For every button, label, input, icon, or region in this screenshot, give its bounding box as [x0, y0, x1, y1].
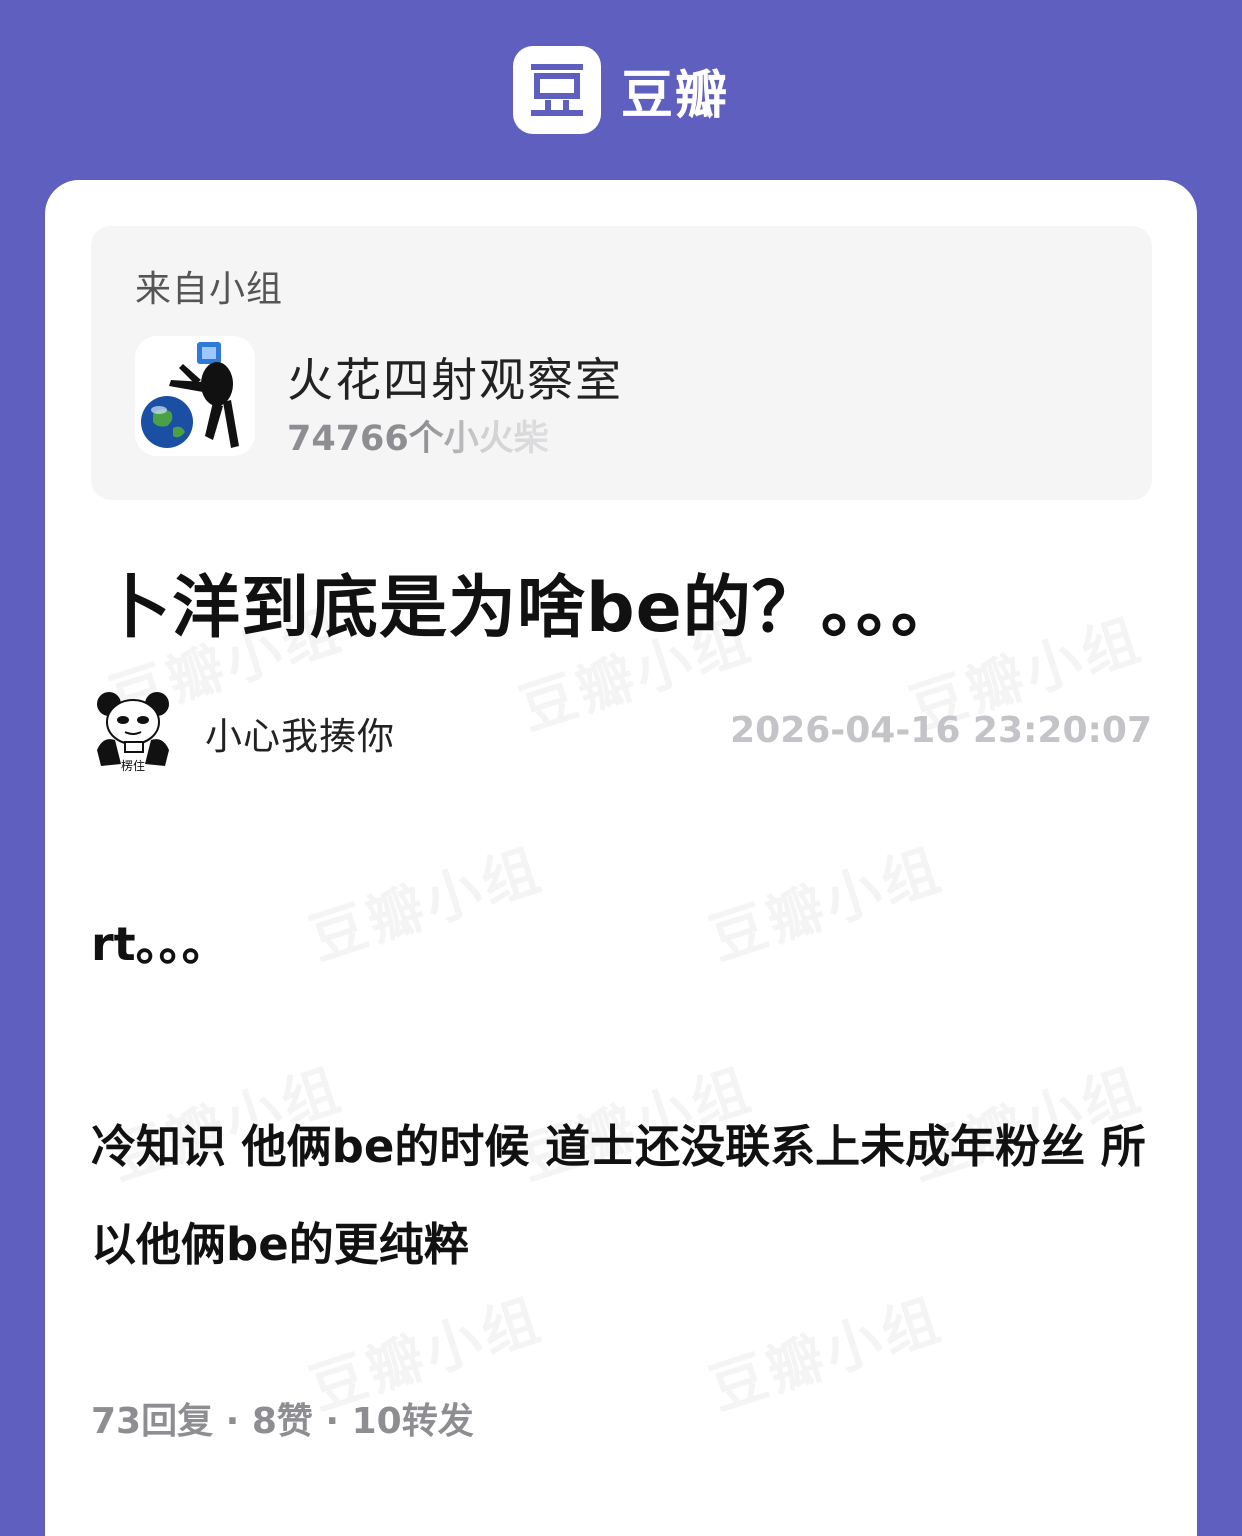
post-body-paragraph: 冷知识 他俩be的时候 道士还没联系上未成年粉丝 所以他俩be的更纯粹 [91, 1120, 1146, 1271]
author-name[interactable]: 小心我揍你 [205, 706, 395, 760]
watermark: 豆瓣小组 [698, 825, 951, 976]
post-card: 豆瓣小组 豆瓣小组 豆瓣小组 豆瓣小组 豆瓣小组 豆瓣小组 豆瓣小组 豆瓣小组 … [45, 180, 1197, 1536]
watermark: 豆瓣小组 [698, 1275, 951, 1426]
app-header: 豆瓣 [0, 44, 1242, 136]
panda-meme-icon: 楞住 [97, 692, 169, 773]
group-source-box[interactable]: 来自小组 火花四射观察室 74766个小火柴 [91, 226, 1152, 500]
author-row: 楞住 小心我揍你 2026-04-16 23:20:07 [91, 688, 1152, 773]
group-name[interactable]: 火花四射观察室 [287, 344, 623, 410]
from-group-label: 来自小组 [135, 269, 284, 310]
watermark: 豆瓣小组 [298, 825, 551, 976]
kicking-figure-globe-icon [135, 336, 255, 456]
post-stats: 73回复 · 8赞 · 10转发 [91, 1401, 474, 1442]
post-title: 卜洋到底是为啥be的？。。。 [103, 569, 960, 648]
brand-name: 豆瓣 [620, 65, 729, 126]
avatar-caption: 楞住 [121, 758, 145, 772]
author-avatar[interactable]: 楞住 [91, 688, 175, 773]
post-body-paragraph: rt。。。 [91, 917, 228, 971]
post-timestamp: 2026-04-16 23:20:07 [730, 710, 1152, 751]
group-avatar[interactable] [135, 336, 255, 456]
douban-logo-icon [512, 46, 601, 134]
blur-overlay [421, 406, 581, 462]
